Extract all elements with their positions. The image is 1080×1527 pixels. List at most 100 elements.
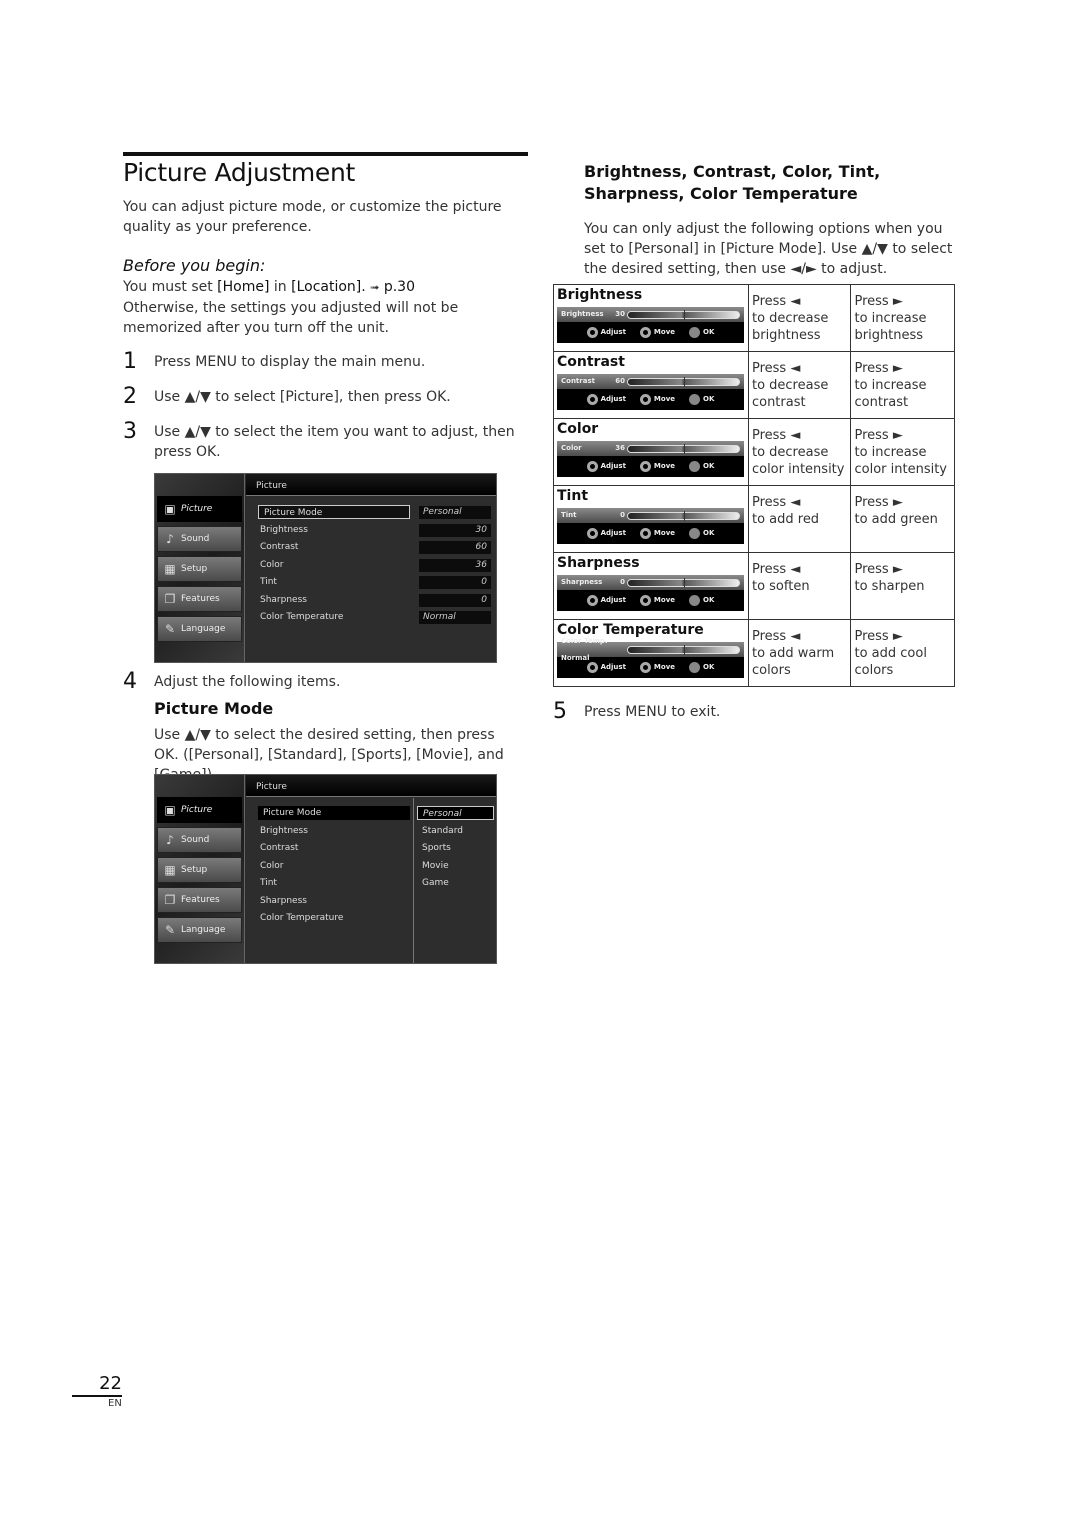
osd-slider-panel: Color 36 Adjust Move OK	[557, 441, 744, 477]
sidebar-item-features[interactable]: ❐ Features	[157, 887, 242, 913]
increase-cell: Press ► to add green	[850, 485, 955, 553]
step-text: Press MENU to exit.	[584, 704, 721, 720]
increase-cell: Press ► to increase color intensity	[850, 418, 955, 486]
osd-slider-track[interactable]	[627, 376, 740, 387]
color-value: 36	[419, 559, 491, 572]
menu-item-color[interactable]: Color	[260, 558, 284, 572]
title-rule	[123, 152, 528, 156]
osd-move-label: Move	[653, 663, 676, 671]
music-note-icon: ♪	[166, 532, 174, 546]
sidebar-label: Setup	[181, 564, 208, 574]
menu-item-contrast[interactable]: Contrast	[260, 540, 298, 554]
language-icon: ✎	[164, 923, 176, 937]
osd-slider-track[interactable]	[627, 510, 740, 521]
step-number: 1	[123, 349, 137, 374]
decrease-cell: Press ◄ to soften	[747, 552, 852, 620]
mode-option-game[interactable]: Game	[422, 876, 449, 890]
music-note-icon: ♪	[166, 833, 174, 847]
menu-item-brightness[interactable]: Brightness	[260, 523, 308, 537]
increase-description: to sharpen	[854, 579, 925, 594]
menu-item-picture-mode[interactable]: Picture Mode	[258, 806, 410, 820]
sidebar-item-picture[interactable]: ▣ Picture	[157, 797, 242, 823]
sidebar-item-setup[interactable]: ▦ Setup	[157, 556, 242, 582]
press-right-label: Press ►	[854, 629, 903, 644]
press-right-label: Press ►	[854, 495, 903, 510]
osd-adjust-label: Adjust	[600, 395, 626, 403]
mode-option-standard[interactable]: Standard	[422, 824, 463, 838]
contrast-value: 60	[419, 541, 491, 554]
press-left-label: Press ◄	[751, 361, 801, 376]
menu-item-tint[interactable]: Tint	[260, 876, 277, 890]
setting-name: Contrast	[557, 354, 625, 370]
home-ref: [Home]	[217, 279, 270, 295]
step-number: 2	[123, 384, 137, 409]
decrease-description: to soften	[751, 579, 810, 594]
setting-name: Brightness	[557, 287, 643, 303]
decrease-description: to decrease color intensity	[751, 445, 845, 477]
osd-slider-track[interactable]	[627, 644, 740, 655]
sidebar-label: Features	[181, 594, 220, 604]
decrease-description: to decrease contrast	[751, 378, 829, 410]
osd-move-label: Move	[653, 395, 676, 403]
sidebar-label: Language	[181, 925, 226, 935]
osd-help-bar: Adjust Move OK	[557, 456, 744, 477]
increase-description: to increase brightness	[854, 311, 927, 343]
adjustment-row: Color Color 36 Adjust Move OK Press ◄ to decrea…	[553, 418, 955, 486]
increase-description: to increase contrast	[854, 378, 927, 410]
adjustment-table: Brightness Brightness 30 Adjust Move OK Press …	[553, 284, 955, 687]
osd-slider-track[interactable]	[627, 443, 740, 454]
adjustment-row: Contrast Contrast 60 Adjust Move OK Press ◄ to …	[553, 351, 955, 419]
increase-description: to increase color intensity	[854, 445, 947, 477]
increase-description: to add green	[854, 512, 938, 527]
menu-item-brightness[interactable]: Brightness	[260, 824, 308, 838]
sidebar-item-sound[interactable]: ♪ Sound	[157, 827, 242, 853]
menu-item-color[interactable]: Color	[260, 859, 284, 873]
menu-item-color-temperature[interactable]: Color Temperature	[260, 610, 343, 624]
mode-option-personal[interactable]: Personal	[417, 806, 494, 820]
osd-slider-panel: Sharpness 0 Adjust Move OK	[557, 575, 744, 611]
sidebar-label: Language	[181, 624, 226, 634]
sidebar-item-sound[interactable]: ♪ Sound	[157, 526, 242, 552]
picture-mode-menu-screen: ▣ Picture ♪ Sound ▦ Setup ❐ Features ✎ Langua…	[154, 774, 497, 964]
osd-move-label: Move	[653, 529, 676, 537]
osd-label: Sharpness	[561, 578, 603, 586]
osd-slider-track[interactable]	[627, 309, 740, 320]
ok-button-icon	[689, 595, 701, 606]
press-left-label: Press ◄	[751, 629, 801, 644]
menu-item-sharpness[interactable]: Sharpness	[260, 593, 307, 607]
setting-cell: Contrast Contrast 60 Adjust Move OK	[553, 351, 749, 419]
press-right-label: Press ►	[854, 294, 903, 309]
step-1: 1 Press MENU to display the main menu.	[123, 349, 528, 374]
osd-slider-bar: Color 36	[557, 441, 744, 456]
page-number: 22	[72, 1373, 122, 1397]
setting-name: Color	[557, 421, 599, 437]
osd-ok-label: OK	[703, 596, 715, 604]
picture-icon: ▣	[164, 502, 176, 516]
mode-option-sports[interactable]: Sports	[422, 841, 451, 855]
osd-slider-panel: Brightness 30 Adjust Move OK	[557, 307, 744, 343]
sidebar-item-language[interactable]: ✎ Language	[157, 917, 242, 943]
sidebar-item-setup[interactable]: ▦ Setup	[157, 857, 242, 883]
osd-value: 0	[620, 578, 625, 586]
page-reference-link[interactable]: p.30	[384, 279, 415, 295]
decrease-description: to add warm colors	[751, 646, 835, 678]
osd-ok-label: OK	[703, 395, 715, 403]
sidebar-item-features[interactable]: ❐ Features	[157, 586, 242, 612]
adjust-ring-icon	[586, 461, 598, 472]
menu-item-contrast[interactable]: Contrast	[260, 841, 298, 855]
setting-name: Sharpness	[557, 555, 640, 571]
sidebar-item-language[interactable]: ✎ Language	[157, 616, 242, 642]
adjust-ring-icon	[586, 394, 598, 405]
osd-slider-track[interactable]	[627, 577, 740, 588]
sidebar-item-picture[interactable]: ▣ Picture	[157, 496, 242, 522]
increase-cell: Press ► to increase contrast	[850, 351, 955, 419]
menu-item-tint[interactable]: Tint	[260, 575, 277, 589]
mode-option-movie[interactable]: Movie	[422, 859, 449, 873]
move-ring-icon	[639, 394, 651, 405]
menu-item-picture-mode[interactable]: Picture Mode	[258, 505, 410, 519]
menu-item-sharpness[interactable]: Sharpness	[260, 894, 307, 908]
menu-item-color-temperature[interactable]: Color Temperature	[260, 911, 343, 925]
step-4: 4 Adjust the following items.	[123, 669, 528, 694]
picture-menu-screen: ▣ Picture ♪ Sound ▦ Setup ❐ Features ✎ Langua…	[154, 473, 497, 663]
step-3: 3 Use ▲/▼ to select the item you want to…	[123, 419, 528, 462]
